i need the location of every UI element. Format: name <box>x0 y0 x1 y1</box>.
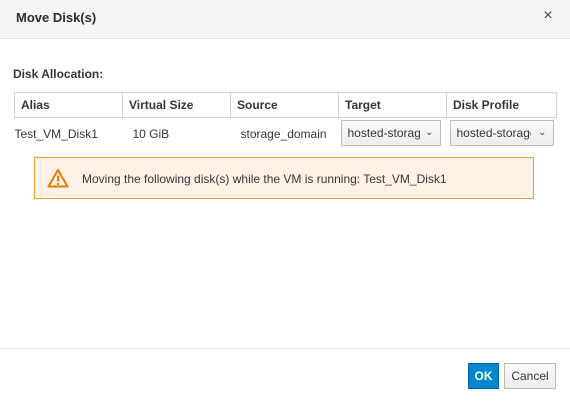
table-header-row: Alias Virtual Size Source Target Disk Pr… <box>14 92 557 118</box>
dialog-header: Move Disk(s) × <box>0 0 570 39</box>
disk-allocation-label: Disk Allocation: <box>13 67 104 81</box>
disk-profile-select[interactable]: hosted-storage ⌄ <box>449 119 554 146</box>
target-storage-select[interactable]: hosted-storage ⌄ <box>340 119 441 146</box>
move-disks-dialog: Move Disk(s) × Disk Allocation: Alias Vi… <box>0 0 570 405</box>
disk-profile-cell: hosted-storage ⌄ <box>447 118 557 151</box>
disk-virtual-size: 10 GiB <box>132 127 170 141</box>
table-row: Test_VM_Disk1 10 GiB storage_domain host… <box>15 118 557 151</box>
target-cell: hosted-storage ⌄ <box>339 118 447 151</box>
warning-message: Moving the following disk(s) while the V… <box>82 172 447 186</box>
chevron-down-icon: ⌄ <box>425 126 434 138</box>
column-header-alias: Alias <box>14 92 123 118</box>
cancel-button[interactable]: Cancel <box>504 363 556 389</box>
dialog-title: Move Disk(s) <box>16 10 97 25</box>
column-header-source: Source <box>230 92 339 118</box>
warning-triangle-icon <box>47 169 69 188</box>
disk-allocation-table: Alias Virtual Size Source Target Disk Pr… <box>14 92 557 150</box>
disk-alias: Test_VM_Disk1 <box>14 127 98 141</box>
running-vm-warning-alert: Moving the following disk(s) while the V… <box>34 157 534 199</box>
column-header-disk-profile: Disk Profile <box>446 92 557 118</box>
ok-button[interactable]: OK <box>468 363 499 389</box>
column-header-target: Target <box>338 92 447 118</box>
disk-source: storage_domain <box>240 127 327 141</box>
chevron-down-icon: ⌄ <box>538 126 547 138</box>
column-header-virtual-size: Virtual Size <box>122 92 231 118</box>
target-storage-value: hosted-storage <box>347 125 420 140</box>
close-icon[interactable]: × <box>540 6 556 26</box>
disk-profile-value: hosted-storage <box>456 125 531 140</box>
footer-divider <box>0 348 570 349</box>
